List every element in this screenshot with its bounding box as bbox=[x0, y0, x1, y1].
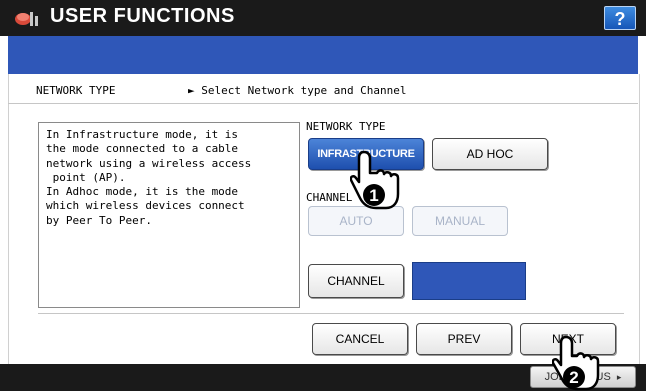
title-bar: USER FUNCTIONS ? bbox=[0, 0, 646, 36]
pointing-hand-icon: 2 bbox=[552, 335, 600, 391]
cancel-button[interactable]: CANCEL bbox=[312, 323, 408, 355]
setting-instruction: ► Select Network type and Channel bbox=[188, 84, 407, 97]
channel-button[interactable]: CHANNEL bbox=[308, 264, 404, 298]
bottom-divider bbox=[38, 313, 624, 314]
step-2-number: 2 bbox=[569, 368, 578, 387]
pointing-hand-icon: 1 bbox=[350, 150, 400, 210]
window-title: USER FUNCTIONS bbox=[50, 5, 235, 27]
info-text: In Infrastructure mode, it is the mode c… bbox=[46, 128, 252, 227]
step-1-number: 1 bbox=[369, 186, 378, 205]
help-button[interactable]: ? bbox=[604, 6, 636, 30]
prev-button[interactable]: PREV bbox=[416, 323, 512, 355]
network-type-label: NETWORK TYPE bbox=[306, 120, 386, 133]
setting-name: NETWORK TYPE bbox=[36, 84, 116, 97]
manual-button[interactable]: MANUAL bbox=[412, 206, 508, 236]
divider bbox=[8, 103, 638, 104]
ad-hoc-button[interactable]: AD HOC bbox=[432, 138, 548, 170]
user-functions-icon bbox=[15, 12, 38, 26]
channel-value-display bbox=[412, 262, 526, 300]
arrow-right-icon: ▸ bbox=[616, 371, 622, 382]
header-band bbox=[8, 36, 638, 74]
user-functions-screen: USER FUNCTIONS ? NETWORK TYPE ► Select N… bbox=[0, 0, 646, 391]
